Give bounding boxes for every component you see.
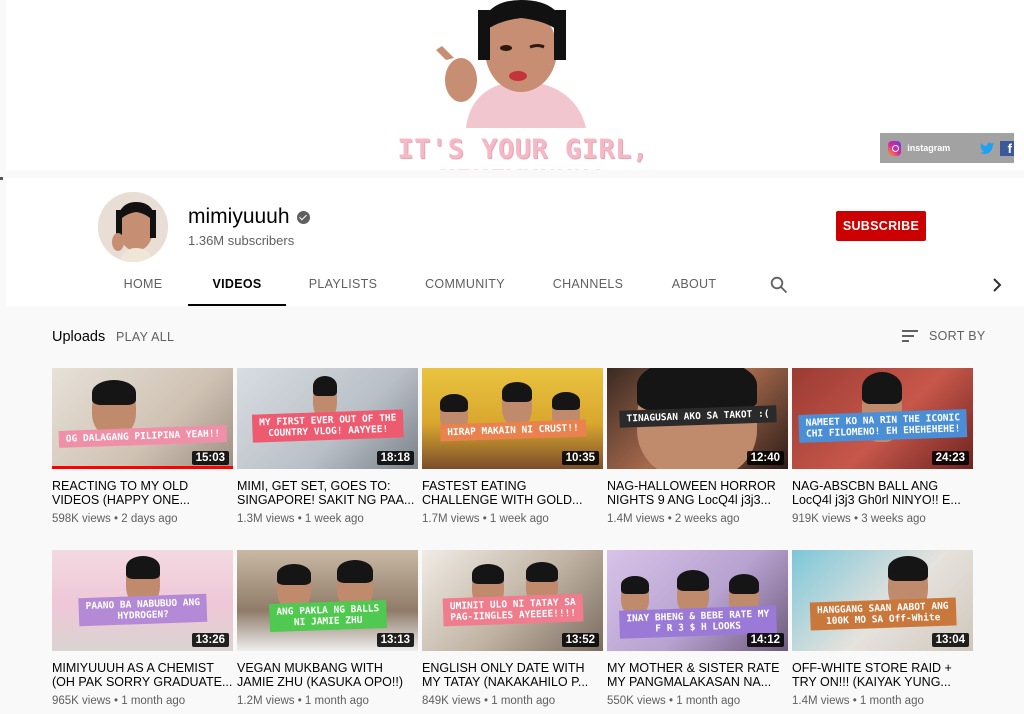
- sort-by-label: SORT BY: [929, 329, 986, 343]
- video-card[interactable]: UMINIT ULO NI TATAY SA PAG-IINGLES AYEEEE…: [422, 550, 603, 714]
- video-duration: 13:13: [376, 633, 414, 647]
- video-duration: 18:18: [376, 451, 414, 465]
- video-thumbnail[interactable]: ANG PAKLA NG BALLS NI JAMIE ZHU 13:13: [237, 550, 418, 651]
- video-card[interactable]: NAMEET KO NA RIN THE ICONIC CHI FILOMENO!…: [792, 368, 973, 537]
- video-thumbnail[interactable]: MY FIRST EVER OUT OF THE COUNTRY VLOG! AA…: [237, 368, 418, 469]
- subscriber-count: 1.36M subscribers: [188, 233, 295, 248]
- video-title[interactable]: MIMIYUUUH AS A CHEMIST (OH PAK SORRY GRA…: [52, 661, 233, 689]
- video-title[interactable]: VEGAN MUKBANG WITH JAMIE ZHU (KASUKA OPO…: [237, 661, 418, 689]
- video-meta: 1.2M views • 1 month ago: [237, 695, 369, 707]
- video-meta: 1.3M views • 1 week ago: [237, 513, 364, 525]
- video-card[interactable]: PAANO BA NABUBUO ANG HYDROGEN? 13:26 MIMIYU…: [52, 550, 233, 714]
- thumbnail-caption: MY FIRST EVER OUT OF THE COUNTRY VLOG! AA…: [251, 409, 404, 443]
- video-thumbnail[interactable]: OG DALAGANG PILIPINA YEAH!! 15:03: [52, 368, 233, 469]
- video-meta: 598K views • 2 days ago: [52, 513, 178, 525]
- video-meta: 849K views • 1 month ago: [422, 695, 556, 707]
- video-grid: OG DALAGANG PILIPINA YEAH!! 15:03 REACTING…: [52, 368, 974, 714]
- thumbnail-person: [502, 382, 532, 426]
- tab-community[interactable]: COMMUNITY: [420, 264, 510, 306]
- video-title[interactable]: MIMI, GET SET, GOES TO: SINGAPORE! SAKIT…: [237, 479, 418, 507]
- video-title[interactable]: MY MOTHER & SISTER RATE MY PANGMALAKASAN…: [607, 661, 788, 689]
- video-card[interactable]: ANG PAKLA NG BALLS NI JAMIE ZHU 13:13 VEGAN…: [237, 550, 418, 714]
- instagram-icon[interactable]: [888, 140, 902, 156]
- channel-avatar[interactable]: [98, 192, 168, 262]
- video-title[interactable]: OFF-WHITE STORE RAID + TRY ON!!! (KAIYAK…: [792, 661, 973, 689]
- video-duration: 12:40: [746, 451, 784, 465]
- subscribe-button[interactable]: SUBSCRIBE: [836, 211, 926, 241]
- page-edge-marker: [0, 177, 3, 180]
- avatar-image: [98, 192, 168, 262]
- verified-icon: [296, 210, 310, 224]
- video-duration: 13:52: [561, 633, 599, 647]
- video-thumbnail[interactable]: HIRAP MAKAIN NI CRUST!! 10:35: [422, 368, 603, 469]
- video-thumbnail[interactable]: TINAGUSAN AKO SA TAKOT :(12:40: [607, 368, 788, 469]
- thumbnail-caption: NAMEET KO NA RIN THE ICONIC CHI FILOMENO!…: [797, 409, 968, 443]
- video-title[interactable]: FASTEST EATING CHALLENGE WITH GOLD...: [422, 479, 603, 507]
- video-meta: 1.4M views • 2 weeks ago: [607, 513, 740, 525]
- tab-home[interactable]: HOME: [116, 264, 170, 306]
- video-meta: 1.7M views • 1 week ago: [422, 513, 549, 525]
- channel-name[interactable]: mimiyuuuh: [188, 205, 310, 229]
- video-duration: 13:04: [931, 633, 969, 647]
- sort-icon: [902, 330, 918, 342]
- channel-banner: IT'S YOUR GIRL, MIMIYUUUH! instagram f: [6, 0, 1024, 170]
- facebook-icon[interactable]: f: [1000, 140, 1014, 156]
- tab-channels[interactable]: CHANNELS: [548, 264, 628, 306]
- thumbnail-caption: ANG PAKLA NG BALLS NI JAMIE ZHU: [268, 599, 387, 633]
- tab-about[interactable]: ABOUT: [666, 264, 722, 306]
- thumbnail-caption: HANGGANG SAAN AABOT ANG 100K MO SA Off-Wh…: [809, 597, 956, 631]
- video-card[interactable]: OG DALAGANG PILIPINA YEAH!! 15:03 REACTING…: [52, 368, 233, 537]
- banner-tagline: IT'S YOUR GIRL, MIMIYUUUH!: [397, 134, 649, 170]
- video-duration: 24:23: [931, 451, 969, 465]
- video-duration: 14:12: [746, 633, 784, 647]
- uploads-title: Uploads: [52, 329, 106, 345]
- video-title[interactable]: NAG-ABSCBN BALL ANG LocQ4l j3j3 Gh0rl NI…: [792, 479, 973, 507]
- social-links: instagram f: [880, 133, 1014, 163]
- video-thumbnail[interactable]: INAY BHENG & BEBE RATE MY F R 3 $ H LOOKS…: [607, 550, 788, 651]
- tab-videos[interactable]: VIDEOS: [188, 264, 286, 306]
- thumbnail-caption: PAANO BA NABUBUO ANG HYDROGEN?: [77, 593, 208, 627]
- video-title[interactable]: REACTING TO MY OLD VIDEOS (HAPPY ONE...: [52, 479, 233, 507]
- tab-playlists[interactable]: PLAYLISTS: [304, 264, 382, 306]
- video-card[interactable]: TINAGUSAN AKO SA TAKOT :(12:40 NAG-HALLOW…: [607, 368, 788, 537]
- video-meta: 965K views • 1 month ago: [52, 695, 186, 707]
- video-thumbnail[interactable]: UMINIT ULO NI TATAY SA PAG-IINGLES AYEEEE…: [422, 550, 603, 651]
- video-thumbnail[interactable]: NAMEET KO NA RIN THE ICONIC CHI FILOMENO!…: [792, 368, 973, 469]
- video-title[interactable]: NAG-HALLOWEEN HORROR NIGHTS 9 ANG LocQ4l…: [607, 479, 788, 507]
- twitter-icon[interactable]: [980, 142, 995, 155]
- play-all-button[interactable]: PLAY ALL: [116, 330, 174, 344]
- channel-name-text: mimiyuuuh: [188, 205, 290, 228]
- video-duration: 10:35: [561, 451, 599, 465]
- video-meta: 550K views • 1 month ago: [607, 695, 741, 707]
- sort-by-button[interactable]: SORT BY: [902, 329, 986, 343]
- search-icon[interactable]: [770, 276, 788, 294]
- video-thumbnail[interactable]: HANGGANG SAAN AABOT ANG 100K MO SA Off-Wh…: [792, 550, 973, 651]
- channel-tabs: HOME VIDEOS PLAYLISTS COMMUNITY CHANNELS…: [6, 264, 1024, 306]
- video-duration: 15:03: [191, 451, 229, 465]
- instagram-link[interactable]: instagram: [907, 143, 950, 153]
- video-thumbnail[interactable]: PAANO BA NABUBUO ANG HYDROGEN? 13:26: [52, 550, 233, 651]
- channel-header: mimiyuuuh 1.36M subscribers SUBSCRIBE HO…: [6, 178, 1024, 306]
- video-card[interactable]: HANGGANG SAAN AABOT ANG 100K MO SA Off-Wh…: [792, 550, 973, 714]
- video-meta: 1.4M views • 1 month ago: [792, 695, 924, 707]
- thumbnail-caption: UMINIT ULO NI TATAY SA PAG-IINGLES AYEEEE…: [442, 593, 583, 627]
- banner-photo: [426, 0, 616, 128]
- watch-progress-bar: [52, 466, 233, 469]
- chevron-right-icon[interactable]: [990, 277, 1004, 293]
- video-card[interactable]: INAY BHENG & BEBE RATE MY F R 3 $ H LOOKS…: [607, 550, 788, 714]
- video-title[interactable]: ENGLISH ONLY DATE WITH MY TATAY (NAKAKAH…: [422, 661, 603, 689]
- video-card[interactable]: HIRAP MAKAIN NI CRUST!! 10:35 FASTEST EATI…: [422, 368, 603, 537]
- video-meta: 919K views • 3 weeks ago: [792, 513, 926, 525]
- video-duration: 13:26: [191, 633, 229, 647]
- video-card[interactable]: MY FIRST EVER OUT OF THE COUNTRY VLOG! AA…: [237, 368, 418, 537]
